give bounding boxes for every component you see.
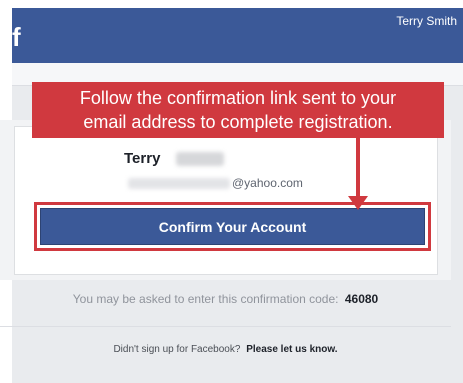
redacted-email-user (128, 178, 230, 189)
account-card (14, 126, 438, 275)
footer-line: Didn't sign up for Facebook? Please let … (0, 344, 451, 355)
account-email-domain: @yahoo.com (232, 176, 303, 190)
facebook-header: f Terry Smith (12, 8, 463, 63)
callout-line-1: Follow the confirmation link sent to you… (79, 88, 397, 108)
footer-text: Didn't sign up for Facebook? (113, 344, 241, 355)
callout-line-2: email address to complete registration. (83, 112, 393, 132)
confirmation-code-line: You may be asked to enter this confirmat… (0, 292, 451, 306)
account-first-name: Terry (124, 150, 161, 167)
redacted-last-name (176, 152, 224, 166)
facebook-logo-icon[interactable]: f (12, 24, 24, 50)
callout-arrow-shaft (356, 132, 360, 202)
confirmation-code-text: You may be asked to enter this confirmat… (72, 292, 339, 306)
footer-divider (0, 326, 451, 327)
confirmation-code: 46080 (344, 292, 379, 306)
instruction-callout: Follow the confirmation link sent to you… (32, 82, 444, 138)
header-user-name[interactable]: Terry Smith (396, 14, 457, 28)
callout-arrow-head-icon (348, 196, 368, 210)
footer-report-link[interactable]: Please let us know. (246, 344, 337, 355)
confirm-account-button[interactable]: Confirm Your Account (40, 208, 425, 245)
screenshot-frame: f Terry Smith Terry @yahoo.com Confirm Y… (0, 0, 463, 383)
